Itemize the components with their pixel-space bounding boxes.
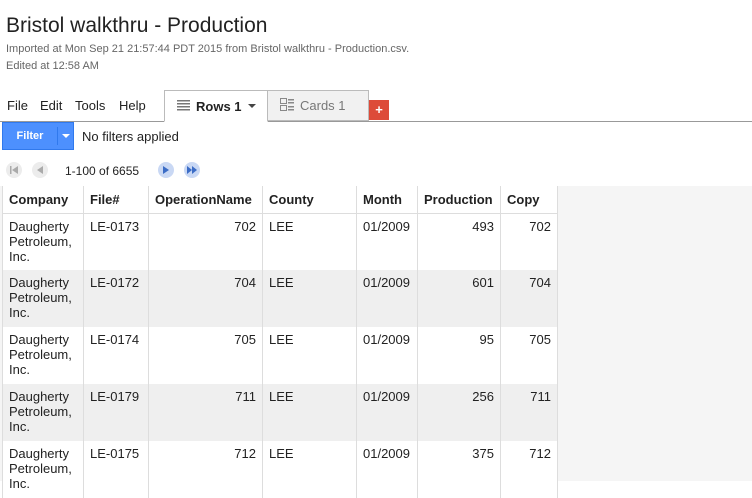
cell-file: LE-0173: [83, 213, 149, 270]
menu-file[interactable]: File: [7, 98, 28, 113]
pager-next-controls: [158, 162, 210, 178]
menu-help[interactable]: Help: [119, 98, 146, 113]
cell-copy: 702: [500, 213, 558, 270]
cell-operationname: 702: [148, 213, 263, 270]
page-title: Bristol walkthru - Production: [6, 14, 268, 37]
cell-company: Daugherty Petroleum, Inc.: [2, 213, 84, 270]
table-row[interactable]: Daugherty Petroleum, Inc. LE-0172 704 LE…: [2, 270, 558, 327]
cell-copy: 704: [500, 270, 558, 327]
page-range: 1-100 of 6655: [65, 164, 140, 178]
chevron-down-icon: [61, 134, 70, 138]
table-row[interactable]: Daugherty Petroleum, Inc. LE-0174 705 LE…: [2, 327, 558, 384]
cell-county: LEE: [262, 213, 357, 270]
filter-status: No filters applied: [82, 129, 179, 144]
chevron-down-icon[interactable]: [247, 104, 256, 108]
last-page-icon[interactable]: [184, 162, 200, 178]
cell-production: 95: [417, 327, 501, 384]
filter-button[interactable]: Filter: [2, 122, 74, 150]
cell-month: 01/2009: [356, 213, 418, 270]
table-header-row: Company File# OperationName County Month…: [2, 186, 558, 214]
cell-operationname: 712: [148, 441, 263, 498]
cell-company: Daugherty Petroleum, Inc.: [2, 441, 84, 498]
import-info: Imported at Mon Sep 21 21:57:44 PDT 2015…: [6, 43, 410, 55]
filter-button-label: Filter: [16, 130, 44, 142]
cell-production: 256: [417, 384, 501, 441]
list-icon: [177, 99, 190, 114]
cell-operationname: 705: [148, 327, 263, 384]
column-header-production[interactable]: Production: [417, 186, 501, 214]
cards-icon: [280, 97, 294, 114]
next-page-icon[interactable]: [158, 162, 174, 178]
tab-rows-label: Rows 1: [196, 98, 242, 114]
edit-info: Edited at 12:58 AM: [6, 60, 99, 72]
cell-county: LEE: [262, 327, 357, 384]
cell-county: LEE: [262, 270, 357, 327]
cell-company: Daugherty Petroleum, Inc.: [2, 384, 84, 441]
menu-tools[interactable]: Tools: [75, 98, 105, 113]
cell-file: LE-0179: [83, 384, 149, 441]
column-header-copy[interactable]: Copy: [500, 186, 558, 214]
column-header-file[interactable]: File#: [83, 186, 149, 214]
cell-month: 01/2009: [356, 327, 418, 384]
data-table: Company File# OperationName County Month…: [2, 186, 558, 498]
column-header-county[interactable]: County: [262, 186, 357, 214]
cell-county: LEE: [262, 384, 357, 441]
cell-copy: 705: [500, 327, 558, 384]
prev-page-icon[interactable]: [32, 162, 48, 178]
table-row[interactable]: Daugherty Petroleum, Inc. LE-0179 711 LE…: [2, 384, 558, 441]
cell-copy: 712: [500, 441, 558, 498]
cell-file: LE-0175: [83, 441, 149, 498]
cell-file: LE-0174: [83, 327, 149, 384]
tab-cards[interactable]: Cards 1: [268, 90, 369, 121]
column-header-month[interactable]: Month: [356, 186, 418, 214]
add-tab-button[interactable]: +: [369, 100, 389, 120]
cell-production: 601: [417, 270, 501, 327]
cell-month: 01/2009: [356, 384, 418, 441]
menu-edit[interactable]: Edit: [40, 98, 62, 113]
cell-county: LEE: [262, 441, 357, 498]
cell-production: 375: [417, 441, 501, 498]
cell-copy: 711: [500, 384, 558, 441]
column-header-operationname[interactable]: OperationName: [148, 186, 263, 214]
cell-production: 493: [417, 213, 501, 270]
cell-company: Daugherty Petroleum, Inc.: [2, 327, 84, 384]
column-header-company[interactable]: Company: [2, 186, 84, 214]
cell-company: Daugherty Petroleum, Inc.: [2, 270, 84, 327]
cell-month: 01/2009: [356, 270, 418, 327]
first-page-icon[interactable]: [6, 162, 22, 178]
cell-operationname: 704: [148, 270, 263, 327]
cell-file: LE-0172: [83, 270, 149, 327]
table-row[interactable]: Daugherty Petroleum, Inc. LE-0173 702 LE…: [2, 213, 558, 270]
pager-prev-controls: [6, 162, 58, 178]
table-row[interactable]: Daugherty Petroleum, Inc. LE-0175 712 LE…: [2, 441, 558, 498]
tab-cards-label: Cards 1: [300, 98, 346, 113]
filter-dropdown[interactable]: [58, 134, 73, 138]
tab-rows[interactable]: Rows 1: [164, 90, 268, 122]
cell-month: 01/2009: [356, 441, 418, 498]
cell-operationname: 711: [148, 384, 263, 441]
